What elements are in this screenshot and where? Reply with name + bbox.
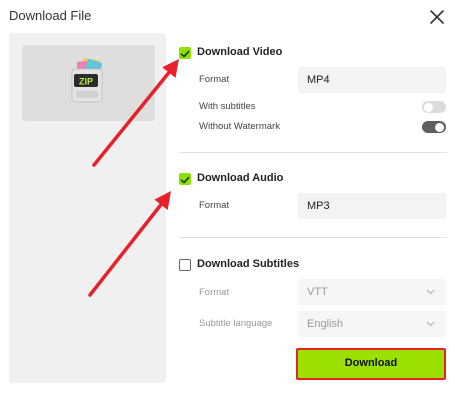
video-format-label: Format	[199, 74, 230, 85]
video-format-select[interactable]: MP4	[298, 67, 446, 93]
subtitle-language-select[interactable]: English	[298, 311, 446, 337]
download-video-heading: Download Video	[197, 46, 283, 58]
subtitle-language-value: English	[307, 318, 344, 330]
download-audio-heading: Download Audio	[197, 172, 284, 184]
check-icon	[180, 50, 190, 58]
audio-format-select[interactable]: MP3	[298, 193, 446, 219]
dialog-title: Download File	[9, 8, 92, 23]
section-divider	[179, 152, 447, 153]
zip-archive-icon: ZIP	[71, 58, 103, 103]
subtitle-format-select[interactable]: VTT	[298, 279, 446, 305]
with-subtitles-toggle[interactable]	[422, 101, 446, 113]
without-watermark-label: Without Watermark	[199, 121, 280, 132]
with-subtitles-label: With subtitles	[199, 101, 256, 112]
chevron-down-icon	[426, 289, 435, 295]
toggle-knob	[424, 102, 433, 112]
download-subtitles-checkbox[interactable]	[179, 259, 191, 271]
check-icon	[180, 176, 190, 184]
subtitle-format-value: VTT	[307, 286, 328, 298]
download-audio-checkbox[interactable]	[179, 173, 191, 185]
download-subtitles-heading: Download Subtitles	[197, 258, 300, 270]
without-watermark-toggle[interactable]	[422, 121, 446, 133]
section-divider	[179, 237, 447, 238]
download-video-checkbox[interactable]	[179, 47, 191, 59]
download-button[interactable]: Download	[296, 348, 446, 380]
subtitle-language-label: Subtitle language	[199, 318, 273, 329]
close-icon[interactable]	[428, 8, 446, 26]
zip-badge-text: ZIP	[79, 77, 93, 87]
subtitle-format-label: Format	[199, 287, 230, 298]
chevron-down-icon	[426, 321, 435, 327]
audio-format-label: Format	[199, 200, 230, 211]
toggle-knob	[435, 122, 444, 132]
